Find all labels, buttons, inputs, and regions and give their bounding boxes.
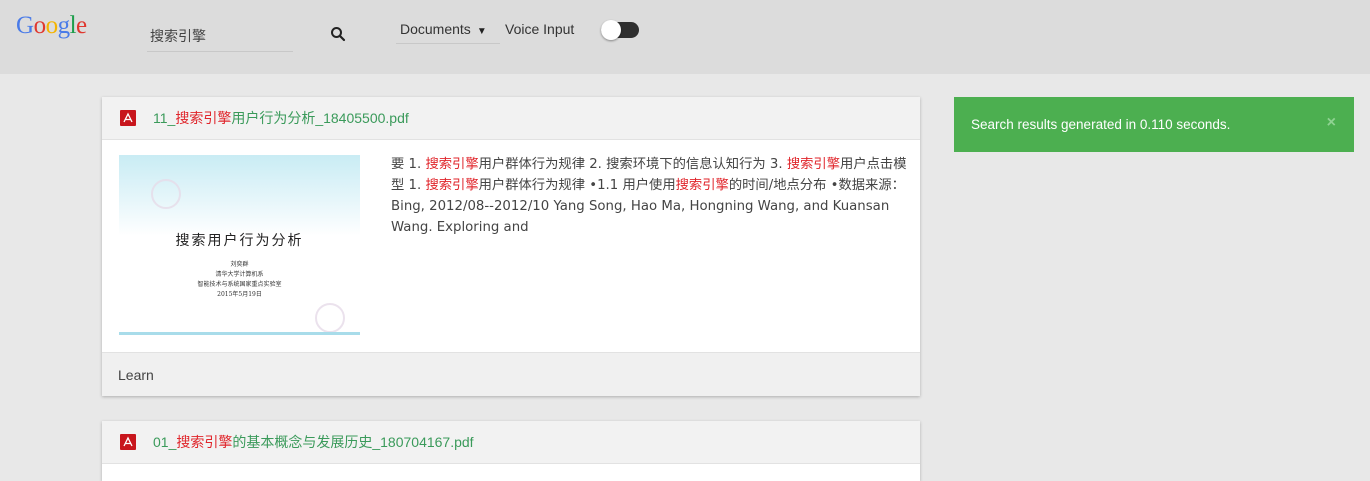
top-bar: Google Documents ▼ Voice Input: [0, 0, 1370, 74]
result-body: 搜索用户行为分析 刘奕群 清华大学计算机系 智能技术与系统国家重点实验室 201…: [102, 140, 920, 352]
thumbnail-divider: [119, 332, 360, 335]
document-type-select[interactable]: Documents ▼: [396, 18, 500, 44]
snippet-highlight: 搜索引擎: [675, 178, 729, 193]
logo-letter: g: [57, 12, 71, 39]
document-thumbnail[interactable]: 搜索用户行为分析 刘奕群 清华大学计算机系 智能技术与系统国家重点实验室 201…: [119, 155, 360, 335]
title-prefix: 11_: [153, 110, 176, 126]
snippet-text: 用户群体行为规律 2. 搜索环境下的信息认知行为 3.: [478, 157, 787, 172]
search-time-toast: Search results generated in 0.110 second…: [954, 97, 1354, 152]
seal-icon: [151, 179, 181, 209]
logo-letter: G: [16, 12, 34, 39]
thumbnail-line: 智能技术与系统国家重点实验室: [197, 281, 282, 288]
close-icon[interactable]: ×: [1327, 114, 1336, 132]
search-field[interactable]: [147, 23, 293, 52]
seal-icon: [315, 303, 345, 333]
snippet-highlight: 搜索引擎: [425, 157, 479, 172]
google-logo[interactable]: Google: [16, 12, 87, 40]
result-title-link[interactable]: 11_搜索引擎用户行为分析_18405500.pdf: [153, 108, 409, 128]
result-card: 01_搜索引擎的基本概念与发展历史_180704167.pdf: [102, 421, 920, 481]
pdf-icon: [120, 110, 136, 126]
result-card: 11_搜索引擎用户行为分析_18405500.pdf 搜索用户行为分析 刘奕群 …: [102, 97, 920, 396]
snippet-highlight: 搜索引擎: [786, 157, 841, 172]
snippet-text: 要 1.: [391, 157, 426, 172]
result-footer: Learn: [102, 352, 920, 396]
title-highlight: 搜索引擎: [175, 110, 232, 126]
category-tag[interactable]: Learn: [118, 367, 154, 383]
thumbnail-line: 2015年5月19日: [217, 291, 262, 298]
logo-letter: o: [33, 12, 47, 39]
result-title-link[interactable]: 01_搜索引擎的基本概念与发展历史_180704167.pdf: [153, 432, 474, 452]
title-rest: 用户行为分析_18405500.pdf: [231, 110, 409, 126]
thumbnail-line: 刘奕群: [230, 261, 249, 268]
logo-letter: e: [76, 12, 87, 39]
voice-input-toggle[interactable]: [601, 20, 639, 40]
title-prefix: 01_: [153, 434, 177, 450]
snippet-text: 用户群体行为规律 •1.1 用户使用: [478, 178, 676, 193]
dropdown-caret-icon: ▼: [476, 26, 487, 37]
logo-letter: o: [45, 12, 59, 39]
search-input[interactable]: [147, 23, 290, 49]
title-highlight: 搜索引擎: [176, 434, 233, 450]
thumbnail-title: 搜索用户行为分析: [175, 233, 304, 249]
title-rest: 的基本概念与发展历史_180704167.pdf: [232, 434, 474, 450]
toggle-knob: [601, 20, 621, 40]
voice-input-label: Voice Input: [505, 21, 575, 37]
document-type-selected: Documents: [400, 21, 471, 37]
result-snippet: 要 1. 搜索引擎用户群体行为规律 2. 搜索环境下的信息认知行为 3. 搜索引…: [391, 154, 907, 238]
toast-message: Search results generated in 0.110 second…: [971, 117, 1231, 132]
snippet-highlight: 搜索引擎: [425, 178, 479, 193]
pdf-icon: [120, 434, 136, 450]
result-header: 01_搜索引擎的基本概念与发展历史_180704167.pdf: [102, 421, 920, 464]
thumbnail-line: 清华大学计算机系: [215, 271, 264, 278]
search-icon[interactable]: [330, 26, 346, 42]
result-header: 11_搜索引擎用户行为分析_18405500.pdf: [102, 97, 920, 140]
